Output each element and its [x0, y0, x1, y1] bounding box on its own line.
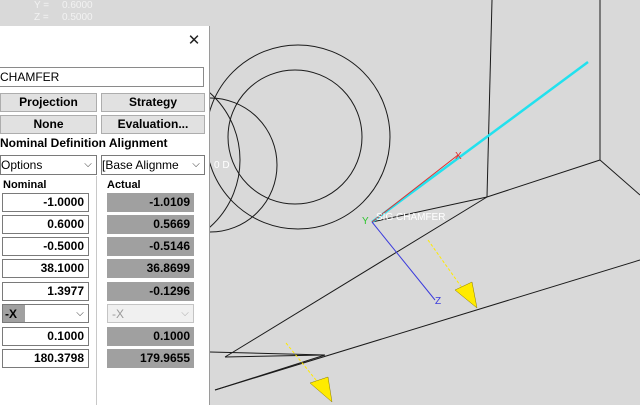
chevron-down-icon: ⌵	[84, 159, 92, 170]
axis-x-label: X	[455, 151, 462, 162]
feature-label: SIG CHAMFER	[376, 212, 445, 223]
inner-circle	[227, 69, 363, 205]
chevron-down-icon: ⌵	[192, 159, 200, 170]
nominal-value-6[interactable]: 0.1000	[2, 327, 89, 346]
chamfer-feature-line[interactable]	[371, 60, 589, 224]
nominal-value-4[interactable]: 38.1000	[2, 259, 89, 278]
evaluation-button[interactable]: Evaluation...	[101, 115, 205, 134]
axis-z-label: Z	[435, 296, 441, 307]
none-button[interactable]: None	[0, 115, 97, 134]
actual-value-7: 179.9655	[107, 349, 194, 368]
strategy-button[interactable]: Strategy	[101, 93, 205, 112]
readout-y-value: 0.6000	[62, 0, 93, 11]
actual-value-2: 0.5669	[107, 215, 194, 234]
feature-name-field[interactable]: CHAMFER	[0, 67, 204, 87]
chevron-down-icon: ⌵	[181, 308, 189, 319]
coordinate-readout: Y = 0.6000 Z = 0.5000	[34, 0, 93, 24]
edge-right-down	[599, 159, 640, 196]
options-dropdown[interactable]: Options ⌵	[0, 155, 97, 175]
readout-z-value: 0.5000	[62, 12, 93, 23]
readout-y-label: Y =	[34, 0, 50, 11]
edge-diag-2	[214, 259, 640, 391]
edge-vertical-1	[486, 0, 493, 198]
nominal-value-5[interactable]: 1.3977	[2, 282, 89, 301]
readout-z-label: Z =	[34, 12, 49, 23]
section-title: Nominal Definition Alignment	[0, 136, 168, 150]
actual-value-1: -1.0109	[107, 193, 194, 212]
close-icon[interactable]: ✕	[186, 33, 202, 49]
nominal-value-1[interactable]: -1.0000	[2, 193, 89, 212]
edge-diag-1	[224, 196, 488, 358]
nominal-value-3[interactable]: -0.5000	[2, 237, 89, 256]
feature-dialog: ✕ CHAMFER Projection Strategy None Evalu…	[0, 26, 210, 405]
direction-actual-value: -X	[112, 307, 124, 321]
actual-value-3: -0.5146	[107, 237, 194, 256]
actual-header: Actual	[107, 179, 141, 191]
nominal-value-7[interactable]: 180.3798	[2, 349, 89, 368]
nominal-header: Nominal	[3, 179, 47, 191]
direction-actual-dropdown: -X ⌵	[107, 304, 194, 323]
actual-value-5: -0.1296	[107, 282, 194, 301]
yellow-vector-arrow-2	[285, 342, 333, 403]
actual-value-6: 0.1000	[107, 327, 194, 346]
options-dropdown-value: Options	[1, 158, 43, 172]
alignment-dropdown[interactable]: [Base Alignme ⌵	[101, 155, 205, 175]
edge-top-right	[486, 159, 601, 198]
projection-button[interactable]: Projection	[0, 93, 97, 112]
edge-bottom-2	[214, 354, 326, 391]
column-divider	[96, 176, 97, 405]
direction-nominal-dropdown[interactable]: -X ⌵	[2, 304, 89, 323]
axis-y-label: Y	[362, 216, 369, 227]
chevron-down-icon: ⌵	[76, 308, 84, 319]
direction-nominal-value: -X	[3, 305, 25, 322]
edge-bottom-1	[224, 354, 326, 358]
actual-value-4: 36.8699	[107, 259, 194, 278]
alignment-dropdown-value: [Base Alignme	[102, 158, 179, 172]
edge-bottom-3	[209, 351, 326, 356]
viewport-partial-text: 0 D	[214, 160, 230, 171]
nominal-value-2[interactable]: 0.6000	[2, 215, 89, 234]
